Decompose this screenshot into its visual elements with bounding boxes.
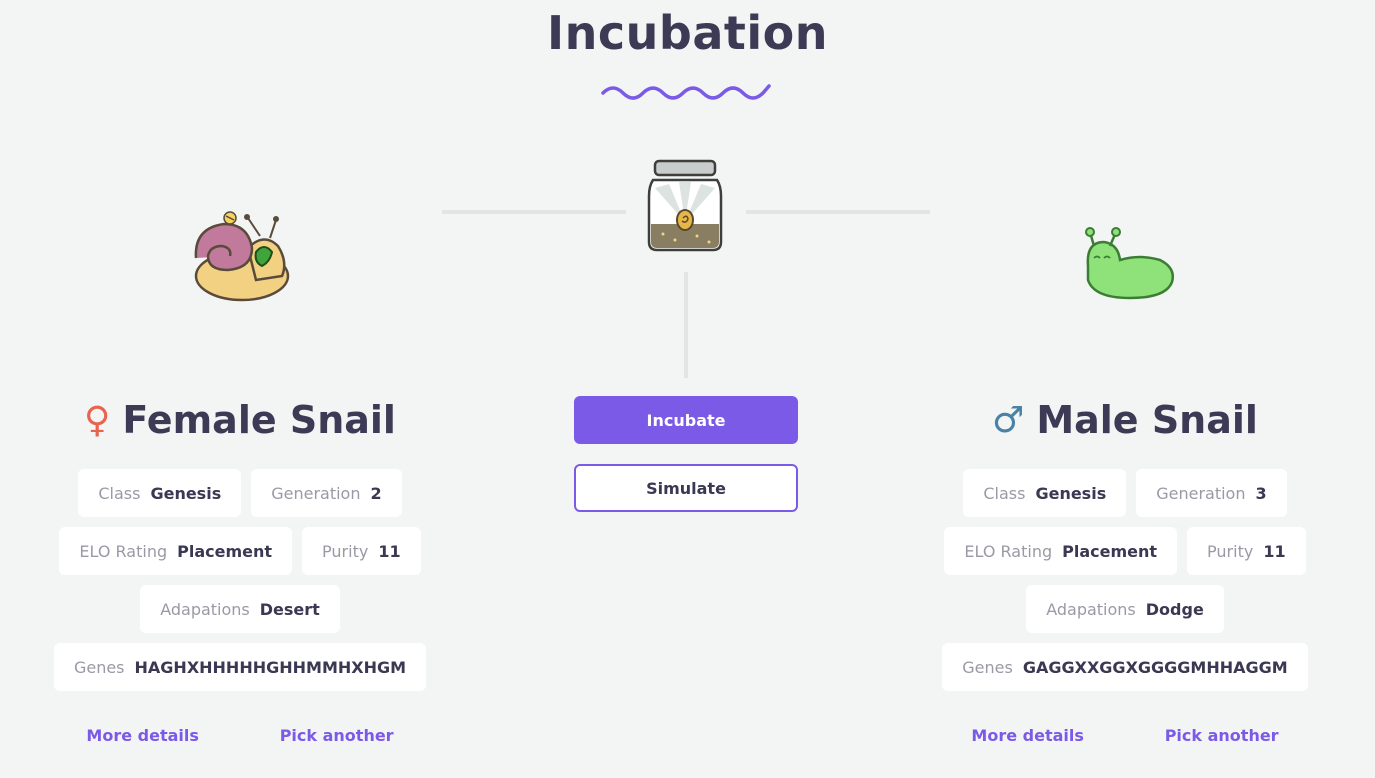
chip-label: Generation <box>1156 483 1246 503</box>
chip-value: Desert <box>259 599 320 619</box>
chip-label: Class <box>983 483 1026 503</box>
title-squiggle-divider <box>601 84 771 100</box>
chip-label: ELO Rating <box>964 541 1053 561</box>
male-more-details-link[interactable]: More details <box>971 726 1083 745</box>
chip-value: 2 <box>370 483 382 503</box>
chip-label: ELO Rating <box>79 541 168 561</box>
female-more-details-link[interactable]: More details <box>86 726 198 745</box>
chip-label: Class <box>98 483 141 503</box>
female-snail-panel: ♀ Female Snail Class Genesis Generation … <box>20 392 460 745</box>
chip-value: HAGHXHHHHHGHHMMHXHGM <box>134 657 407 677</box>
chip-label: Purity <box>322 541 369 561</box>
chip-label: Adapations <box>160 599 250 619</box>
female-snail-title: Female Snail <box>122 398 396 442</box>
male-purity-chip: Purity 11 <box>1187 527 1306 575</box>
page-title: Incubation <box>547 6 828 60</box>
chip-value: Placement <box>1062 541 1158 561</box>
female-elo-chip: ELO Rating Placement <box>59 527 293 575</box>
male-elo-chip: ELO Rating Placement <box>944 527 1178 575</box>
male-adaptations-chip: Adapations Dodge <box>1026 585 1224 633</box>
chip-label: Genes <box>73 657 125 677</box>
male-class-chip: Class Genesis <box>963 469 1127 517</box>
chip-label: Adapations <box>1046 599 1136 619</box>
male-genes-chip: Genes GAGGXXGGXGGGGMHHAGGM <box>942 643 1308 691</box>
male-snail-title: Male Snail <box>1036 398 1258 442</box>
male-snail-heading: ♂ Male Snail <box>905 392 1345 448</box>
chip-label: Genes <box>962 657 1013 677</box>
simulate-button[interactable]: Simulate <box>574 464 798 512</box>
connector-line-down <box>684 272 688 378</box>
connector-line-right <box>746 210 930 214</box>
chip-value: 11 <box>1263 541 1286 561</box>
incubation-jar-icon <box>647 159 723 252</box>
female-snail-image <box>194 211 290 302</box>
connector-line-left <box>442 210 626 214</box>
chip-value: Genesis <box>150 483 222 503</box>
female-purity-chip: Purity 11 <box>302 527 421 575</box>
male-snail-image <box>1085 227 1174 300</box>
female-snail-heading: ♀ Female Snail <box>20 392 460 448</box>
female-pick-another-link[interactable]: Pick another <box>280 726 394 745</box>
male-generation-chip: Generation 3 <box>1136 469 1287 517</box>
male-symbol-icon: ♂ <box>992 399 1025 441</box>
male-pick-another-link[interactable]: Pick another <box>1165 726 1279 745</box>
male-snail-panel: ♂ Male Snail Class Genesis Generation 3 … <box>905 392 1345 745</box>
chip-value: 11 <box>378 541 401 561</box>
female-generation-chip: Generation 2 <box>251 469 402 517</box>
female-class-chip: Class Genesis <box>78 469 242 517</box>
chip-value: GAGGXXGGXGGGGMHHAGGM <box>1022 657 1288 677</box>
chip-label: Purity <box>1207 541 1254 561</box>
female-symbol-icon: ♀ <box>84 399 111 441</box>
chip-value: Dodge <box>1145 599 1204 619</box>
chip-value: 3 <box>1255 483 1267 503</box>
incubate-button[interactable]: Incubate <box>574 396 798 444</box>
female-adaptations-chip: Adapations Desert <box>140 585 340 633</box>
chip-label: Generation <box>271 483 361 503</box>
chip-value: Placement <box>177 541 273 561</box>
chip-value: Genesis <box>1035 483 1107 503</box>
female-genes-chip: Genes HAGHXHHHHHGHHMMHXHGM <box>53 643 427 691</box>
